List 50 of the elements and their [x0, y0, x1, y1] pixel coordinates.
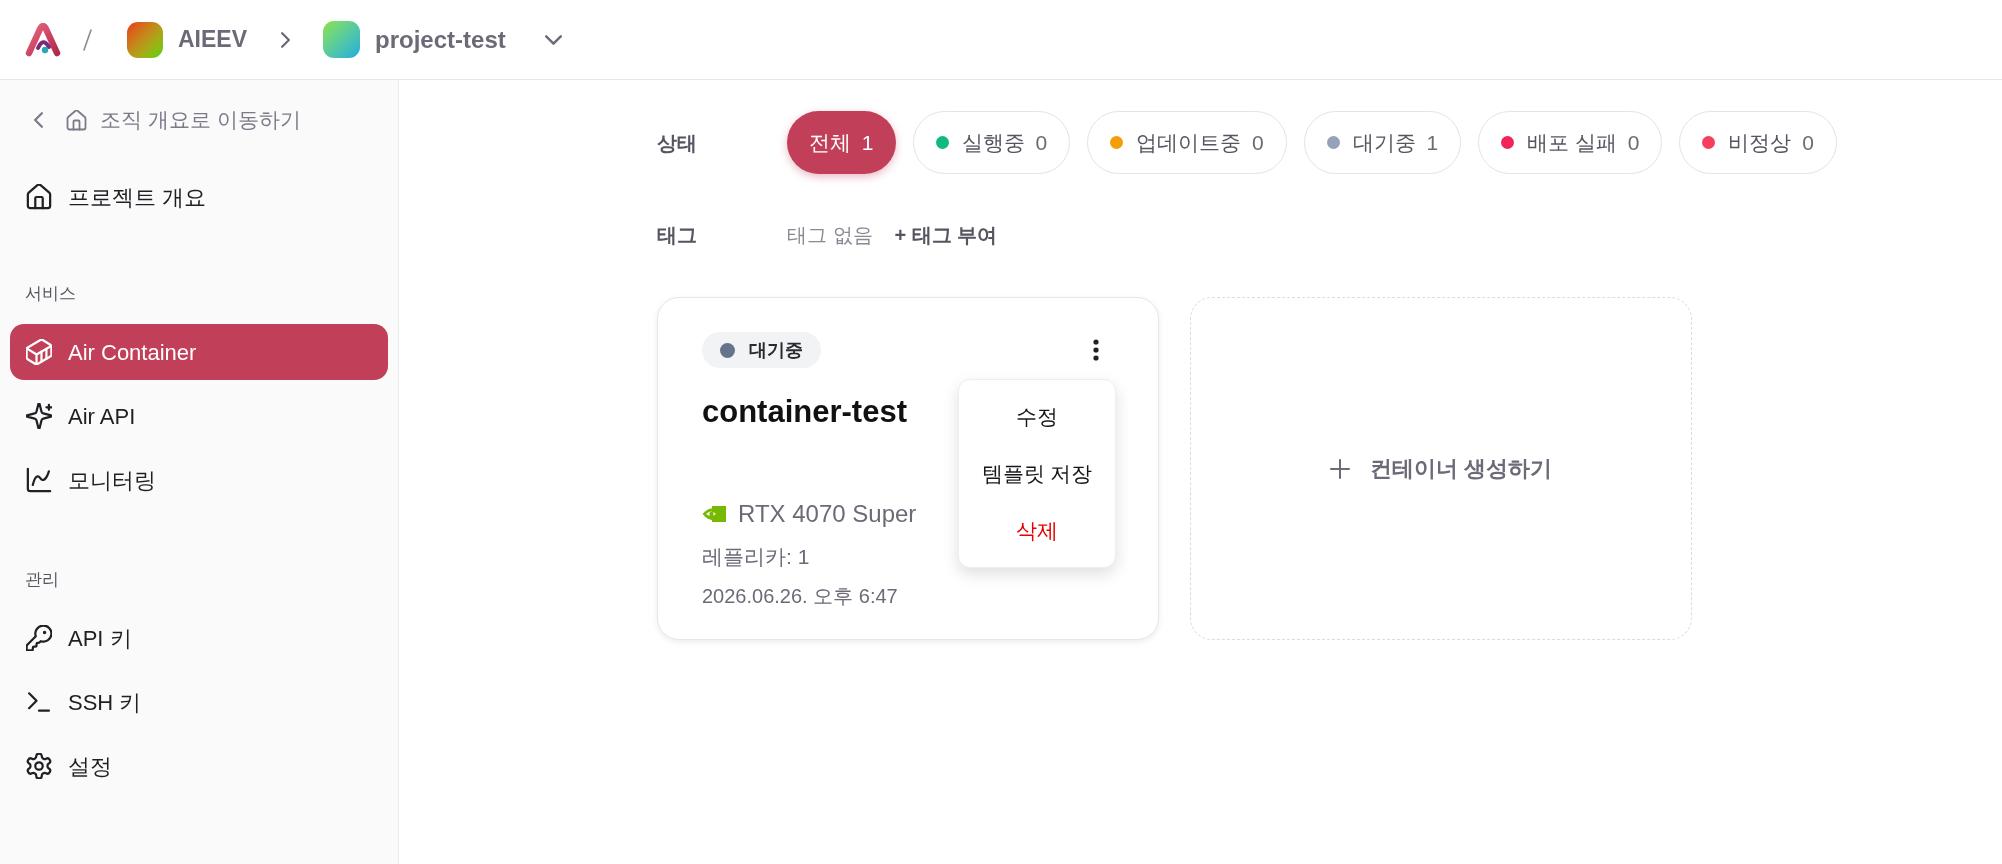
sidebar-item[interactable]: 프로젝트 개요 — [10, 169, 388, 225]
sidebar-item[interactable]: 설정 — [10, 738, 388, 794]
back-link[interactable]: 조직 개요로 이동하기 — [0, 92, 398, 148]
project-breadcrumb-link[interactable]: project-test — [323, 21, 506, 58]
kebab-menu-icon — [1093, 339, 1099, 361]
section-heading: 관리 — [24, 569, 60, 591]
status-filter-tab[interactable]: 업데이트중 0 — [1087, 111, 1287, 174]
sparkle-icon — [26, 403, 52, 429]
eye-logo-icon — [702, 506, 726, 522]
org-breadcrumb-link[interactable]: AIEEV — [127, 21, 248, 58]
org-avatar-icon — [127, 21, 163, 58]
home-icon — [66, 109, 87, 131]
create-container-button[interactable]: 컨테이너 생성하기 — [1190, 297, 1692, 640]
container-card[interactable]: 대기중 container-test RTX 4070 Super 레플리카: 1 2026.06.26. 오후 6:47 수정 템플릿 저장 삭제 — [657, 297, 1159, 640]
chevron-down-icon — [545, 34, 563, 45]
project-avatar-icon — [323, 21, 361, 58]
status-filter-tab[interactable]: 배포 실패 0 — [1478, 111, 1663, 174]
sidebar-item[interactable]: API 키 — [10, 610, 388, 666]
key-icon — [26, 625, 52, 651]
filter-label: 상태 — [657, 130, 698, 156]
settings-icon — [26, 753, 52, 779]
status-filter-tab[interactable]: 실행중 0 — [912, 111, 1071, 174]
filter-label: 태그 — [657, 223, 698, 248]
sidebar-item[interactable]: 모니터링 — [10, 452, 388, 508]
container-name: container-test — [702, 393, 907, 431]
sidebar-item[interactable]: Air Container — [10, 324, 388, 380]
replica-count: 레플리카: 1 — [702, 544, 810, 570]
plus-icon — [1329, 458, 1350, 479]
gpu-name: RTX 4070 Super — [738, 499, 917, 529]
status-filter-tab[interactable]: 전체 1 — [787, 111, 896, 174]
chevron-left-icon — [34, 112, 43, 128]
sidebar-item[interactable]: Air API — [10, 388, 388, 444]
home-icon — [26, 184, 52, 210]
menu-item[interactable]: 수정 — [959, 388, 1115, 445]
chevron-right-icon — [281, 31, 291, 48]
line-chart-icon — [26, 467, 52, 493]
sidebar-item[interactable]: SSH 키 — [10, 674, 388, 730]
status-filter-tab[interactable]: 대기중 1 — [1303, 111, 1462, 174]
box-icon — [26, 339, 52, 365]
empty-tags-text: 태그 없음 — [787, 223, 873, 248]
add-tag-button[interactable]: + 태그 부여 — [894, 220, 998, 250]
menu-item[interactable]: 삭제 — [959, 502, 1115, 559]
created-date: 2026.06.26. 오후 6:47 — [702, 584, 898, 609]
section-heading: 서비스 — [24, 283, 77, 305]
slash-icon — [83, 28, 92, 51]
status-label: 대기중 — [749, 338, 803, 362]
status-filter-tab[interactable]: 비정상 0 — [1679, 111, 1837, 174]
menu-item[interactable]: 템플릿 저장 — [959, 445, 1115, 502]
terminal-icon — [26, 689, 52, 715]
logo-icon — [25, 22, 61, 57]
